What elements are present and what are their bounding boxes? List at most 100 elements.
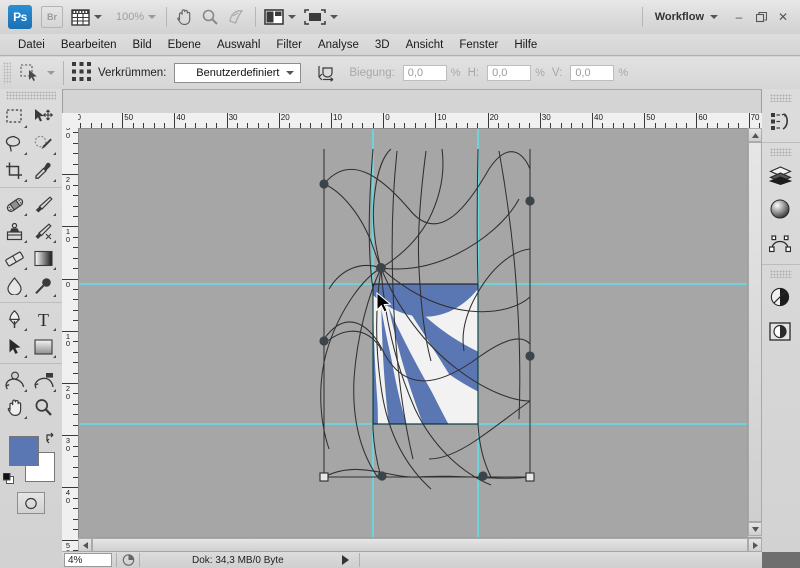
swap-colors-icon[interactable] (45, 432, 57, 447)
menu-bearbeiten[interactable]: Bearbeiten (53, 36, 125, 54)
screen-mode-button[interactable] (304, 5, 339, 29)
options-bar-grip[interactable] (3, 62, 11, 84)
warp-orientation-button[interactable] (313, 61, 339, 85)
dock-grip[interactable] (770, 94, 792, 102)
handle-bottom-left[interactable] (319, 472, 329, 482)
h-input[interactable]: 0,0 (487, 65, 532, 81)
default-colors-icon[interactable] (2, 472, 14, 484)
menu-auswahl[interactable]: Auswahl (209, 36, 268, 54)
quick-selection-tool[interactable] (29, 130, 58, 157)
minimize-button[interactable]: – (728, 6, 750, 28)
crop-tool[interactable] (0, 157, 29, 184)
gradient-tool[interactable] (29, 245, 58, 272)
scroll-down-arrow[interactable] (748, 522, 762, 536)
warp-node-active[interactable] (376, 263, 386, 273)
handle-bottom-right[interactable] (525, 472, 535, 482)
menu-filter[interactable]: Filter (268, 36, 310, 54)
adjustments-panel-icon[interactable] (762, 192, 798, 226)
tool-preset-chevron-icon[interactable] (47, 71, 55, 75)
arrange-documents-button[interactable] (264, 5, 297, 29)
scroll-right-arrow[interactable] (748, 538, 762, 552)
status-expand-arrow[interactable] (341, 555, 349, 565)
app-zoom-chevron-icon[interactable] (148, 15, 157, 19)
document-info-text[interactable]: Dok: 34,3 MB/0 Byte (192, 555, 284, 566)
ruler-minor-tick (73, 497, 78, 499)
workspace-switcher-label[interactable]: Workflow (655, 11, 704, 23)
menu-ebene[interactable]: Ebene (160, 36, 209, 54)
masks-panel-icon[interactable] (762, 280, 798, 314)
dock-group-masks (762, 265, 800, 352)
ruler-major-tick (122, 113, 124, 128)
warp-node-bottom-right[interactable] (478, 471, 488, 481)
warp-style-select[interactable]: Benutzerdefiniert (174, 63, 302, 83)
bend-input[interactable]: 0,0 (402, 65, 447, 81)
clone-stamp-tool[interactable] (0, 218, 29, 245)
close-button[interactable]: ✕ (772, 6, 794, 28)
artwork-stage[interactable] (79, 129, 748, 553)
menu-fenster[interactable]: Fenster (451, 36, 506, 54)
brush-tool[interactable] (29, 191, 58, 218)
ruler-label: 1 0 (65, 331, 71, 349)
ruler-minor-tick (738, 123, 740, 128)
spot-healing-brush-tool[interactable] (0, 191, 29, 218)
warp-node-bottom-left[interactable] (377, 471, 387, 481)
preview-proxy-icon[interactable] (121, 554, 135, 567)
lasso-tool[interactable] (0, 130, 29, 157)
layers-panel-icon[interactable] (762, 158, 798, 192)
menu-3d[interactable]: 3D (367, 36, 398, 54)
vertical-ruler[interactable]: 3 02 01 001 02 03 04 05 0 (62, 128, 79, 553)
rotate-view-tool-button[interactable] (227, 5, 245, 29)
workspace-chevron-icon[interactable] (710, 15, 718, 19)
launch-bridge-button[interactable]: Br (41, 6, 63, 28)
horizontal-scroll-thumb[interactable] (92, 538, 748, 552)
scroll-up-arrow[interactable] (748, 128, 762, 142)
path-selection-tool[interactable] (0, 333, 29, 360)
warp-node-mid-right[interactable] (525, 351, 535, 361)
menu-hilfe[interactable]: Hilfe (506, 36, 545, 54)
v-input[interactable]: 0,0 (570, 65, 615, 81)
move-tool[interactable] (29, 103, 58, 130)
view-extras-button[interactable] (71, 5, 102, 29)
3d-camera-rotate-tool[interactable] (29, 367, 58, 394)
ruler-origin-corner[interactable] (62, 113, 79, 129)
3d-object-rotate-tool[interactable] (0, 367, 29, 394)
zoom-tool[interactable] (29, 394, 58, 421)
menu-bild[interactable]: Bild (124, 36, 159, 54)
rectangular-marquee-tool[interactable] (0, 103, 29, 130)
horizontal-type-tool[interactable]: T (29, 306, 58, 333)
eraser-tool[interactable] (0, 245, 29, 272)
horizontal-ruler[interactable]: 60 50 40 30 20 10 0 10 20 30 40 50 60 70 (78, 113, 762, 129)
paths-panel-icon[interactable] (762, 226, 798, 260)
menu-ansicht[interactable]: Ansicht (398, 36, 452, 54)
zoom-level-input[interactable]: 4% (64, 553, 112, 567)
pen-tool[interactable] (0, 306, 29, 333)
dock-grip[interactable] (770, 270, 792, 278)
warp-node-top-right[interactable] (525, 196, 535, 206)
vertical-scroll-thumb[interactable] (748, 142, 762, 522)
blur-tool[interactable] (0, 272, 29, 299)
warp-node-mid-left[interactable] (319, 336, 329, 346)
zoom-tool-button[interactable] (201, 5, 219, 29)
history-brush-tool[interactable] (29, 218, 58, 245)
horizontal-scrollbar[interactable] (78, 537, 762, 552)
dodge-tool[interactable] (29, 272, 58, 299)
warp-node-top-left[interactable] (319, 179, 329, 189)
menu-datei[interactable]: Datei (10, 36, 53, 54)
warped-image-layer[interactable] (372, 268, 483, 434)
vertical-scrollbar[interactable] (747, 128, 762, 553)
menu-analyse[interactable]: Analyse (310, 36, 367, 54)
history-panel-icon[interactable] (762, 104, 798, 138)
hand-tool[interactable] (0, 394, 29, 421)
canvas-viewport[interactable] (79, 129, 748, 553)
active-tool-icon[interactable] (17, 61, 43, 85)
quick-mask-mode-button[interactable] (17, 492, 45, 514)
tools-panel-grip[interactable] (6, 91, 56, 100)
foreground-color-swatch[interactable] (9, 436, 39, 466)
restore-button[interactable] (750, 6, 772, 28)
dock-grip[interactable] (770, 148, 792, 156)
eyedropper-tool[interactable] (29, 157, 58, 184)
scroll-left-arrow[interactable] (78, 538, 92, 552)
channels-panel-icon[interactable] (762, 314, 798, 348)
rectangle-shape-tool[interactable] (29, 333, 58, 360)
hand-tool-button[interactable] (175, 5, 193, 29)
